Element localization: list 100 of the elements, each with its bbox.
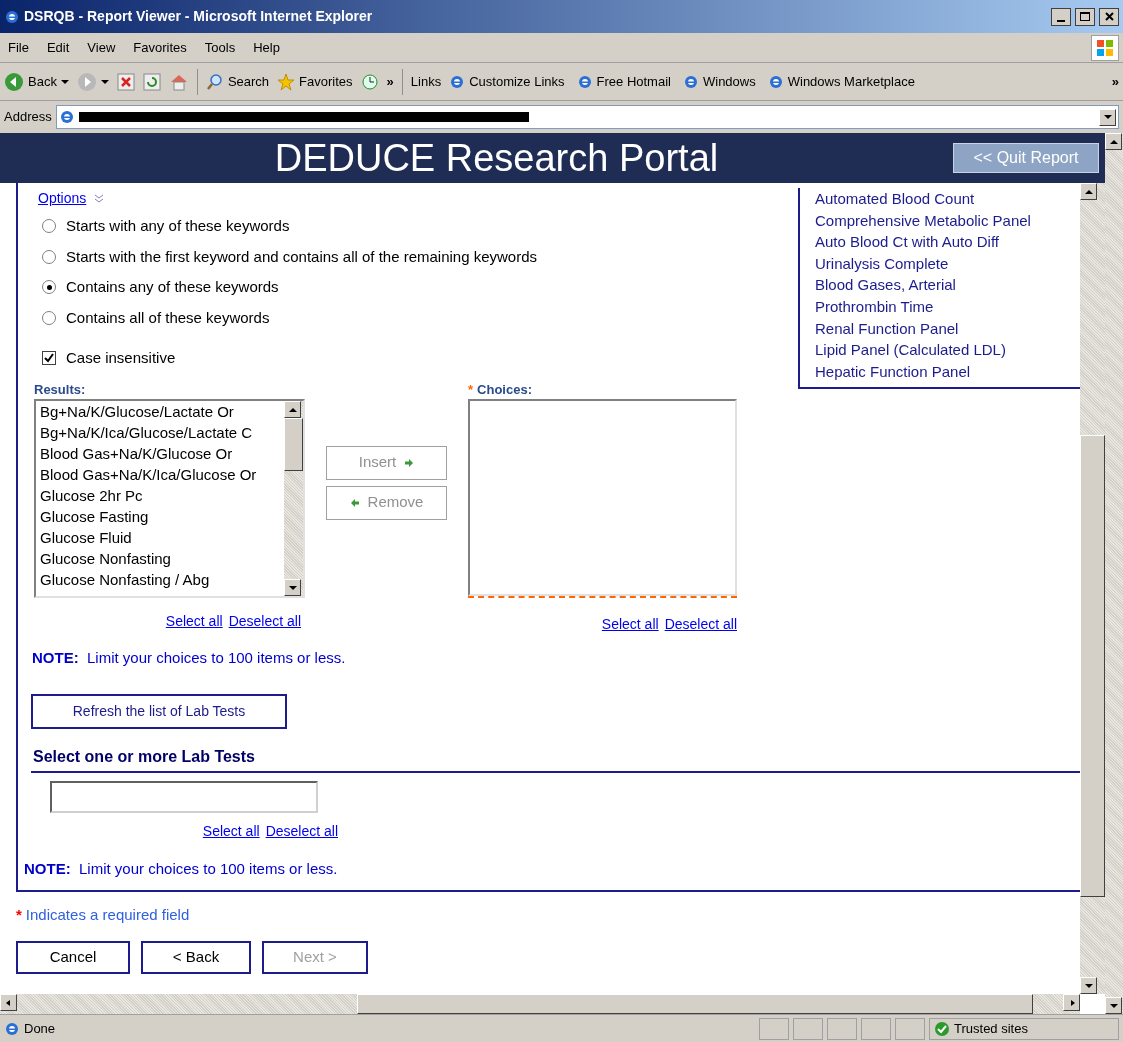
menu-item[interactable]: Favorites	[133, 37, 187, 58]
results-label: Results:	[34, 380, 87, 399]
lab-test-link[interactable]: Automated Blood Count	[815, 188, 1080, 210]
nav-button[interactable]: Cancel	[16, 940, 130, 974]
lab-tests-listbox[interactable]	[50, 780, 318, 813]
note-text: NOTE: Limit your choices to 100 items or less.	[24, 859, 338, 877]
status-pane	[793, 1017, 823, 1040]
scroll-down-button[interactable]	[284, 579, 301, 596]
lab-test-link[interactable]: Blood Gases, Arterial	[815, 274, 1080, 296]
browser-logo-icon	[58, 109, 75, 125]
list-option[interactable]: Glucose Fluid	[40, 527, 284, 548]
right-arrow-icon	[404, 457, 415, 468]
up-arrow-icon	[288, 406, 297, 413]
list-option[interactable]: Bg+Na/K/Glucose/Lactate Or	[40, 401, 284, 422]
radio-button[interactable]	[42, 310, 56, 325]
link-button[interactable]: Windows	[682, 71, 756, 92]
address-label: Address	[4, 108, 52, 127]
radio-button[interactable]	[42, 249, 56, 264]
deselect-all-link[interactable]: Deselect all	[265, 820, 338, 842]
lab-test-link[interactable]: Prothrombin Time	[815, 295, 1080, 318]
menu-item[interactable]: File	[8, 37, 29, 58]
lab-test-link[interactable]: Urinalysis Complete	[815, 252, 1080, 275]
deselect-all-link[interactable]: Deselect all	[228, 611, 301, 632]
up-arrow-icon	[1109, 138, 1118, 145]
browser-logo-icon	[767, 73, 784, 90]
scroll-up-button[interactable]	[1105, 133, 1122, 150]
choices-label: Choices:	[477, 380, 532, 399]
back-button[interactable]: Back	[4, 71, 69, 92]
list-option[interactable]: Glucose 2hr Pc	[40, 485, 284, 506]
select-all-link[interactable]: Select all	[202, 820, 260, 842]
menu-item[interactable]: Edit	[46, 37, 70, 58]
scrollbar[interactable]	[284, 401, 303, 596]
close-icon	[1104, 12, 1114, 21]
list-option[interactable]: Blood Gas+Na/K/Glucose Or	[40, 443, 284, 464]
scrollbar[interactable]	[0, 994, 1080, 1014]
portal-title: DEDUCE Research Portal	[273, 135, 720, 181]
dropdown-button[interactable]	[1099, 108, 1116, 126]
scroll-up-button[interactable]	[284, 401, 301, 418]
double-chevron-icon[interactable]	[94, 193, 105, 204]
deselect-all-link[interactable]: Deselect all	[664, 614, 737, 635]
menu-item[interactable]: Tools	[204, 37, 236, 58]
lab-test-link[interactable]: Renal Function Panel	[815, 317, 1080, 340]
link-button[interactable]: Windows Marketplace	[767, 71, 915, 92]
list-option[interactable]: Glucose Nonfasting	[40, 548, 284, 569]
minimize-button[interactable]	[1051, 7, 1071, 26]
forward-button[interactable]	[76, 71, 109, 92]
link-button[interactable]: Free Hotmail	[576, 71, 671, 92]
required-asterisk: *	[16, 905, 22, 925]
down-arrow-icon	[1103, 114, 1112, 120]
required-field-note: Indicates a required field	[25, 905, 190, 925]
up-arrow-icon	[1084, 188, 1093, 195]
results-listbox[interactable]	[34, 399, 305, 598]
refresh-icon[interactable]	[142, 72, 161, 91]
address-field[interactable]	[55, 105, 1119, 129]
left-arrow-icon	[4, 999, 13, 1006]
lab-test-link[interactable]: Lipid Panel (Calculated LDL)	[815, 339, 1080, 361]
favorites-button[interactable]: Favorites	[277, 71, 353, 92]
scroll-down-button[interactable]	[1105, 997, 1122, 1014]
stop-icon[interactable]	[116, 72, 135, 91]
status-pane	[759, 1017, 789, 1040]
required-asterisk: *	[468, 380, 474, 399]
browser-logo-icon	[4, 8, 20, 25]
star-icon	[277, 72, 296, 91]
scroll-right-button[interactable]	[1063, 994, 1080, 1011]
search-button[interactable]: Search	[205, 71, 270, 92]
search-icon	[205, 72, 224, 91]
list-option[interactable]: Blood Gas+Na/K/Ica/Glucose Or	[40, 464, 284, 485]
radio-button[interactable]	[42, 219, 56, 234]
down-arrow-icon	[1109, 1002, 1118, 1009]
options-link[interactable]: Options	[38, 188, 87, 209]
nav-button[interactable]: < Back	[141, 940, 251, 974]
close-button[interactable]	[1099, 7, 1119, 26]
select-all-link[interactable]: Select all	[601, 614, 659, 635]
lab-test-link[interactable]: Hepatic Function Panel	[815, 360, 1080, 383]
scroll-left-button[interactable]	[0, 994, 17, 1011]
lab-test-link[interactable]: Comprehensive Metabolic Panel	[815, 209, 1080, 232]
scroll-down-button[interactable]	[1080, 977, 1097, 994]
lab-test-link[interactable]: Auto Blood Ct with Auto Diff	[815, 231, 1080, 253]
checkbox[interactable]	[42, 351, 56, 366]
scroll-up-button[interactable]	[1080, 183, 1097, 200]
radio-button[interactable]	[42, 280, 56, 295]
refresh-button[interactable]: Refresh the list of Lab Tests	[31, 693, 287, 729]
history-icon[interactable]	[360, 72, 379, 91]
list-option[interactable]: Glucose Nonfasting / Abg	[40, 569, 284, 590]
scrollbar[interactable]	[1080, 183, 1105, 994]
left-arrow-icon	[349, 497, 360, 508]
scrollbar[interactable]	[1105, 133, 1123, 1014]
menu-item[interactable]: Help	[253, 37, 280, 58]
list-option[interactable]: Glucose Fasting	[40, 506, 284, 527]
menu-item[interactable]: View	[87, 37, 116, 58]
links-chevron[interactable]: »	[1111, 71, 1119, 92]
status-pane	[895, 1017, 925, 1040]
maximize-button[interactable]	[1075, 7, 1095, 26]
security-zone: Trusted sites	[954, 1019, 1028, 1038]
toolbar-chevron[interactable]: »	[386, 71, 394, 92]
select-all-link[interactable]: Select all	[165, 611, 223, 632]
list-option[interactable]: Bg+Na/K/Ica/Glucose/Lactate C	[40, 422, 284, 443]
radio-label: Starts with any of these keywords	[66, 216, 290, 236]
browser-logo-icon	[682, 73, 699, 90]
link-button[interactable]: Customize Links	[449, 71, 565, 92]
